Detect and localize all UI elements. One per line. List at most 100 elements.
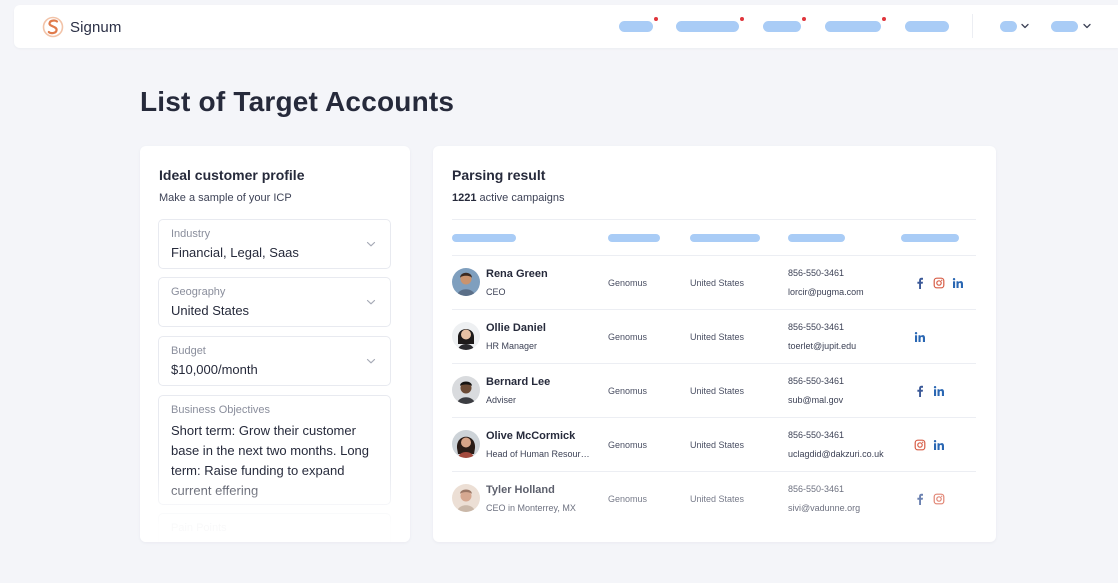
social-links — [914, 277, 964, 289]
parsing-result-title: Parsing result — [452, 167, 546, 183]
chevron-down-icon — [366, 356, 376, 366]
column-header-company[interactable] — [608, 234, 660, 242]
contact-email[interactable]: toerlet@jupit.edu — [788, 341, 856, 351]
geography-select[interactable]: Geography United States — [158, 277, 391, 327]
contact-name[interactable]: Tyler Holland — [486, 484, 555, 496]
table-row[interactable]: Ollie Daniel HR Manager Genomus United S… — [433, 310, 996, 364]
brand-name: Signum — [70, 18, 122, 36]
facebook-icon[interactable] — [914, 493, 926, 505]
linkedin-icon[interactable] — [933, 385, 945, 397]
contact-name[interactable]: Ollie Daniel — [486, 322, 546, 334]
nav-link-2[interactable] — [676, 21, 739, 32]
contact-company: Genomus — [608, 494, 648, 504]
contact-country: United States — [690, 278, 745, 288]
parsing-result-card: Parsing result 1221 active campaigns Ren… — [433, 146, 996, 542]
column-header-contacts[interactable] — [788, 234, 845, 242]
top-navigation-bar: Signum — [14, 5, 1118, 48]
nav-link-3-notification-dot — [802, 17, 806, 21]
avatar — [452, 376, 480, 404]
industry-label: Industry — [171, 228, 211, 240]
geography-value: United States — [171, 303, 250, 318]
budget-value: $10,000/month — [171, 362, 258, 377]
business-objectives-textarea[interactable]: Business Objectives Short term: Grow the… — [158, 395, 391, 505]
column-header-country[interactable] — [690, 234, 760, 242]
social-links — [914, 439, 945, 451]
contact-name[interactable]: Bernard Lee — [486, 376, 550, 388]
contact-email[interactable]: sub@mal.gov — [788, 395, 843, 405]
avatar — [452, 268, 480, 296]
geography-label: Geography — [171, 286, 226, 298]
contact-role: HR Manager — [486, 341, 538, 351]
industry-select[interactable]: Industry Financial, Legal, Saas — [158, 219, 391, 269]
industry-value: Financial, Legal, Saas — [171, 245, 299, 260]
linkedin-icon[interactable] — [933, 439, 945, 451]
contact-company: Genomus — [608, 440, 648, 450]
user-menu[interactable] — [1051, 21, 1078, 32]
contact-email[interactable]: uclagdid@dakzuri.co.uk — [788, 449, 884, 459]
campaign-count: 1221 — [452, 192, 477, 204]
contact-role: CEO — [486, 287, 506, 297]
icp-card-title: Ideal customer profile — [159, 167, 305, 183]
avatar — [452, 484, 480, 512]
brand-logo[interactable]: Signum — [42, 15, 121, 39]
contact-country: United States — [690, 332, 745, 342]
table-row[interactable]: Bernard Lee Adviser Genomus United State… — [433, 364, 996, 418]
contact-phone: 856-550-3461 — [788, 268, 845, 278]
social-links — [914, 331, 926, 343]
chevron-down-icon[interactable] — [1082, 21, 1092, 31]
signum-logo-icon — [42, 15, 64, 39]
chevron-down-icon — [366, 297, 376, 307]
linkedin-icon[interactable] — [952, 277, 964, 289]
nav-link-5[interactable] — [905, 21, 949, 32]
nav-link-1[interactable] — [619, 21, 653, 32]
business-objectives-label: Business Objectives — [171, 404, 271, 416]
contact-country: United States — [690, 440, 745, 450]
page-title: List of Target Accounts — [140, 86, 455, 117]
contact-email[interactable]: lorcir@pugma.com — [788, 287, 864, 297]
business-objectives-value: Short term: Grow their customer base in … — [171, 423, 370, 498]
nav-link-3[interactable] — [763, 21, 801, 32]
table-row[interactable]: Tyler Holland CEO in Monterrey, MX Genom… — [433, 472, 996, 526]
avatar — [452, 322, 480, 350]
contact-phone: 856-550-3461 — [788, 484, 845, 494]
social-links — [914, 385, 945, 397]
nav-link-1-notification-dot — [654, 17, 658, 21]
linkedin-icon[interactable] — [914, 331, 926, 343]
nav-link-4-notification-dot — [882, 17, 886, 21]
column-header-contact[interactable] — [452, 234, 516, 242]
budget-label: Budget — [171, 345, 206, 357]
instagram-icon[interactable] — [914, 439, 926, 451]
facebook-icon[interactable] — [914, 385, 926, 397]
table-top-divider — [452, 219, 976, 220]
table-row[interactable]: Rena Green CEO Genomus United States 856… — [433, 256, 996, 310]
nav-link-2-notification-dot — [740, 17, 744, 21]
nav-divider — [972, 14, 973, 38]
instagram-icon[interactable] — [933, 277, 945, 289]
instagram-icon[interactable] — [933, 493, 945, 505]
pain-points-textarea[interactable]: Pain Points — [158, 513, 391, 542]
table-row[interactable]: Olive McCormick Head of Human Resources … — [433, 418, 996, 472]
contact-name[interactable]: Rena Green — [486, 268, 548, 280]
icp-card: Ideal customer profile Make a sample of … — [140, 146, 410, 542]
contact-country: United States — [690, 494, 745, 504]
campaign-label: active campaigns — [479, 192, 565, 204]
chevron-down-icon[interactable] — [1020, 21, 1030, 31]
pain-points-label: Pain Points — [171, 522, 227, 534]
contact-role: Head of Human Resources — [486, 449, 590, 459]
contact-phone: 856-550-3461 — [788, 376, 845, 386]
contact-company: Genomus — [608, 332, 648, 342]
language-selector[interactable] — [1000, 21, 1017, 32]
budget-select[interactable]: Budget $10,000/month — [158, 336, 391, 386]
avatar — [452, 430, 480, 458]
contact-email[interactable]: sivi@vadunne.org — [788, 503, 860, 513]
column-header-socials[interactable] — [901, 234, 959, 242]
contact-company: Genomus — [608, 386, 648, 396]
contact-company: Genomus — [608, 278, 648, 288]
facebook-icon[interactable] — [914, 277, 926, 289]
chevron-down-icon — [366, 239, 376, 249]
active-campaigns-count: 1221 active campaigns — [452, 192, 565, 204]
contact-name[interactable]: Olive McCormick — [486, 430, 575, 442]
contact-country: United States — [690, 386, 745, 396]
nav-link-4[interactable] — [825, 21, 881, 32]
contact-role: CEO in Monterrey, MX — [486, 503, 576, 513]
